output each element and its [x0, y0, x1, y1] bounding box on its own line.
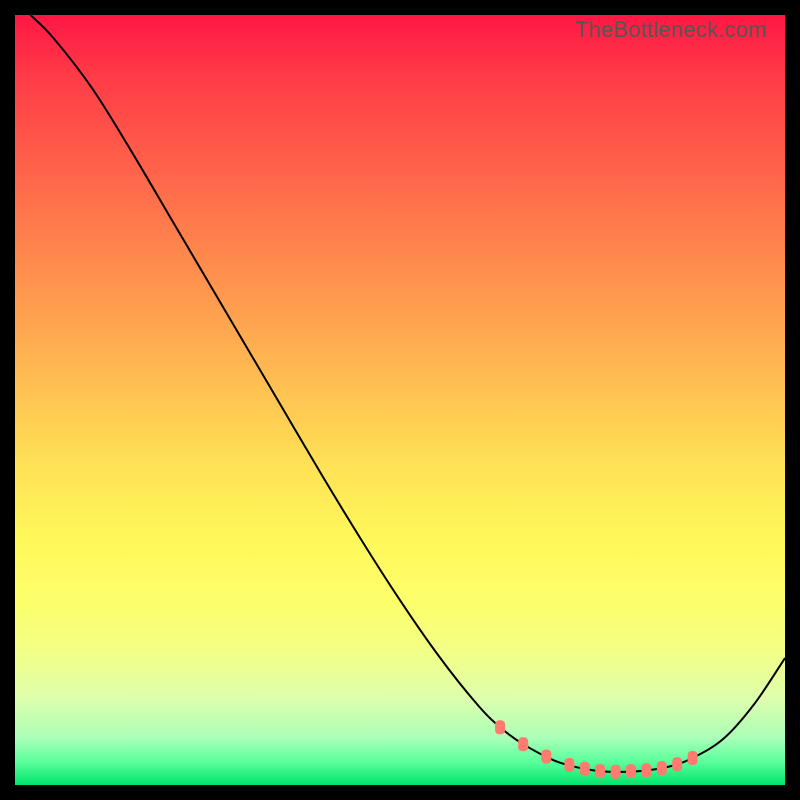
bottleneck-curve: [30, 15, 785, 772]
highlight-marker: [611, 765, 621, 779]
highlight-marker: [564, 758, 574, 772]
highlight-marker: [688, 751, 698, 765]
highlight-marker: [657, 761, 667, 775]
plot-area: TheBottleneck.com: [15, 15, 785, 785]
highlight-marker: [495, 720, 505, 734]
highlight-marker: [641, 763, 651, 777]
highlight-marker: [580, 762, 590, 776]
chart-frame: TheBottleneck.com: [0, 0, 800, 800]
highlight-marker: [595, 764, 605, 778]
highlight-marker: [672, 757, 682, 771]
curve-svg: [15, 15, 785, 785]
marker-group: [495, 720, 697, 779]
highlight-marker: [541, 750, 551, 764]
highlight-marker: [518, 737, 528, 751]
highlight-marker: [626, 764, 636, 778]
